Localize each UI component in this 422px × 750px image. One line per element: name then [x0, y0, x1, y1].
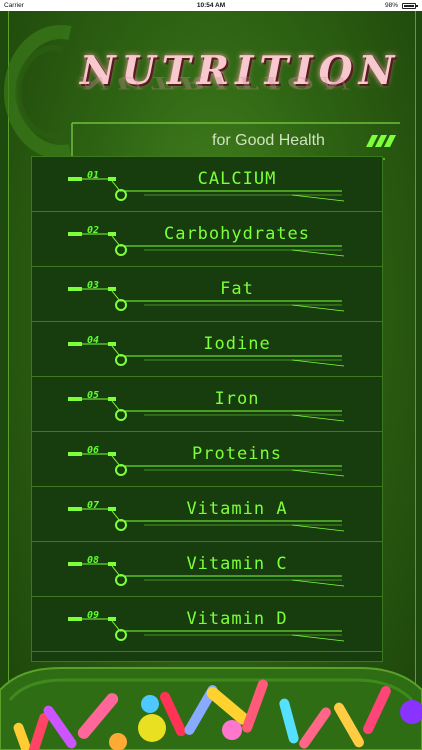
menu-item-iodine[interactable]: 04 Iodine: [32, 322, 382, 377]
molecule-decoration: [0, 667, 422, 750]
menu-item-label: Fat: [220, 279, 254, 299]
menu-item-proteins[interactable]: 06 Proteins: [32, 432, 382, 487]
menu-item-label: Vitamin A: [186, 499, 288, 519]
menu-item-carbohydrates[interactable]: 02 Carbohydrates: [32, 212, 382, 267]
clock: 10:54 AM: [196, 2, 226, 9]
menu-item-vitamin-c[interactable]: 08 Vitamin C: [32, 542, 382, 597]
app-subtitle: for Good Health: [212, 132, 325, 149]
menu-item-number: 08: [86, 555, 100, 566]
menu-item-label: Vitamin D: [186, 609, 288, 629]
menu-item-vitamin-d[interactable]: 09 Vitamin D: [32, 597, 382, 652]
menu-item-number: 09: [86, 610, 100, 621]
menu-item-number: 07: [86, 500, 100, 511]
menu-item-label: Carbohydrates: [163, 224, 311, 244]
menu-item-fat[interactable]: 03 Fat: [32, 267, 382, 322]
battery-percentage: 98%: [384, 2, 398, 9]
menu-item-vitamin-a[interactable]: 07 Vitamin A: [32, 487, 382, 542]
menu-item-calcium[interactable]: 01 CALCIUM: [32, 157, 382, 212]
menu-item-number: 03: [86, 280, 100, 291]
battery-icon: [402, 3, 418, 9]
menu-item-number: 05: [86, 390, 100, 401]
nutrient-menu: 01 CALCIUM 02 Carbohydrates 03 Fat 04 Io…: [31, 156, 383, 662]
menu-item-label: Vitamin C: [186, 554, 288, 574]
app-title-reflection: NUTRITION: [80, 72, 357, 92]
status-bar: Carrier 10:54 AM 98%: [0, 0, 422, 11]
menu-item-number: 06: [86, 445, 100, 456]
menu-item-number: 01: [86, 170, 100, 181]
menu-item-label: CALCIUM: [197, 169, 277, 189]
menu-item-label: Iron: [214, 389, 260, 409]
menu-item-number: 04: [86, 335, 100, 346]
menu-item-label: Proteins: [192, 444, 282, 464]
menu-item-label: Iodine: [203, 334, 271, 354]
menu-item-number: 02: [86, 225, 100, 236]
menu-item-iron[interactable]: 05 Iron: [32, 377, 382, 432]
